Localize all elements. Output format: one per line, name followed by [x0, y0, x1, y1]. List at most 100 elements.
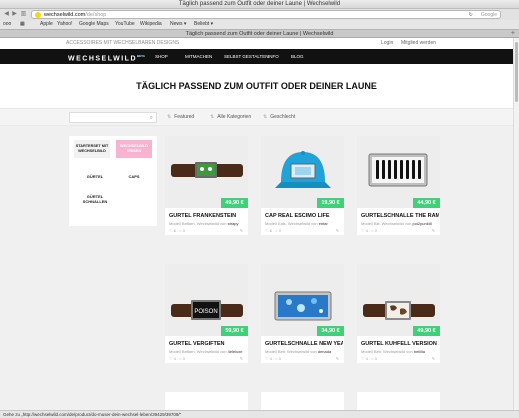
window-title: Täglich passend zum Outfit oder deiner L… — [178, 1, 341, 7]
product-title[interactable]: GÜRTEL FRANKENSTEIN — [169, 213, 247, 220]
bookmarks-bar: ooo ▦ Apple Yahoo! Google Maps YouTube W… — [0, 20, 519, 29]
search-engine-hint: Google — [480, 12, 497, 18]
login-link[interactable]: Login — [381, 38, 393, 49]
forward-icon[interactable]: ▶ — [11, 11, 18, 18]
address-bar-right: ↻ Google — [469, 11, 497, 19]
product-card[interactable]: 49,90 € GÜRTEL FRANKENSTEIN Modell Belta… — [165, 136, 248, 235]
product-author[interactable]: bellilla — [414, 349, 425, 354]
hero-section: TÄGLICH PASSEND ZUM OUTFIT ODER DEINER L… — [0, 64, 513, 108]
top-sites-icon[interactable]: ▦ — [20, 20, 25, 29]
product-price: 59,90 € — [221, 326, 248, 336]
product-author[interactable]: pol2punkt0 — [413, 221, 433, 226]
filter-featured-label: Featured — [174, 114, 195, 120]
search-input[interactable]: ⌕ — [69, 112, 157, 123]
product-price: 49,90 € — [221, 198, 248, 208]
nav-info[interactable]: INFO — [268, 49, 279, 64]
browser-window: Täglich passend zum Outfit oder deiner L… — [0, 0, 519, 418]
back-icon[interactable]: ◀ — [3, 11, 10, 18]
sort-icon: ⇅ — [167, 114, 172, 120]
address-bar[interactable]: wechselwild.com/de/shop ↻ Google — [31, 10, 501, 19]
product-title[interactable]: GÜRTELSCHNALLE NEW YEAR! — [265, 341, 343, 348]
site-logo[interactable]: WECHSELWILDBETA — [68, 52, 145, 63]
bookmark-news[interactable]: News ▾ — [170, 20, 186, 29]
category-caps[interactable]: CAPS — [116, 174, 152, 179]
nav-blog[interactable]: BLOG — [291, 49, 304, 64]
bookmark-yahoo[interactable]: Yahoo! — [57, 20, 72, 29]
nav-selbst-gestalten[interactable]: SELBST GESTALTEN — [224, 49, 269, 64]
reading-list-icon[interactable]: ooo — [3, 20, 11, 29]
bookmark-apple[interactable]: Apple — [40, 20, 53, 29]
signup-link[interactable]: Mitglied werden — [401, 38, 436, 49]
url-host: wechselwild.com — [44, 12, 86, 18]
new-tab-icon[interactable]: + — [511, 30, 515, 37]
product-card[interactable]: POISON 59,90 € GÜRTEL VERGIFTEN Modell B… — [165, 264, 248, 363]
wechselbilder-button[interactable]: WECHSELBILD ER/SEN — [116, 140, 152, 158]
heart-icon: ♡ 4 — [265, 356, 272, 361]
product-model: Modell Beltarn, Wechselwild von — [169, 221, 228, 226]
bookmark-youtube[interactable]: YouTube — [115, 20, 135, 29]
nav-mitmachen[interactable]: MITMACHEN — [185, 49, 212, 64]
product-title[interactable]: GÜRTELSCHNALLE THE RAMBO — [361, 213, 439, 220]
product-card-partial[interactable] — [165, 392, 248, 410]
tab-bar: Täglich passend zum Outfit oder deiner L… — [0, 29, 519, 38]
like-count[interactable]: ♡ 4 ○ 0 — [361, 228, 377, 234]
edit-icon[interactable]: ✎ — [240, 228, 243, 234]
product-card[interactable]: 44,90 € GÜRTELSCHNALLE THE RAMBO Modell … — [357, 136, 440, 235]
filter-categories[interactable]: ⇅ Alle Kategorien — [210, 109, 251, 126]
poison-label: POISON — [194, 309, 217, 315]
edit-icon[interactable]: ✎ — [336, 356, 339, 362]
product-author[interactable]: 4eleluxe — [228, 349, 243, 354]
product-title[interactable]: GÜRTEL VERGIFTEN — [169, 341, 247, 348]
product-price: 49,90 € — [413, 326, 440, 336]
edit-icon[interactable]: ✎ — [240, 356, 243, 362]
scrollbar-thumb[interactable] — [515, 42, 518, 102]
product-price: 44,90 € — [413, 198, 440, 208]
product-card[interactable]: 49,90 € GÜRTEL KUHFELL VERSION 1 Modell … — [357, 264, 440, 363]
nav-shop[interactable]: SHOP — [155, 49, 168, 64]
filter-gender-label: Geschlecht — [270, 114, 296, 120]
product-title[interactable]: GÜRTEL KUHFELL VERSION 1 — [361, 341, 439, 348]
product-card[interactable]: 34,90 € GÜRTELSCHNALLE NEW YEAR! Modell … — [261, 264, 344, 363]
page-title: TÄGLICH PASSEND ZUM OUTFIT ODER DEINER L… — [136, 81, 377, 91]
sidebar-toggle-icon[interactable]: ▥ — [20, 11, 27, 18]
heart-icon: ♡ 4 — [361, 228, 368, 233]
like-count[interactable]: ♡ 4 ○ 0 — [265, 356, 281, 362]
category-guertelschnallen[interactable]: GÜRTEL SCHNALLEN — [77, 194, 113, 204]
sort-icon: ⇅ — [263, 114, 268, 120]
bookmark-google-maps[interactable]: Google Maps — [79, 20, 109, 29]
product-author[interactable]: strapy — [228, 221, 239, 226]
like-count[interactable]: ♡ 6 ○ 0 — [169, 228, 185, 234]
like-count[interactable]: ♡ 6 ○ 0 — [265, 228, 281, 234]
title-bar: Täglich passend zum Outfit oder deiner L… — [0, 0, 519, 15]
active-tab[interactable]: Täglich passend zum Outfit oder deiner L… — [0, 30, 519, 38]
starterset-button[interactable]: STARTERSET MIT WECHSELBILD — [74, 140, 110, 158]
like-count[interactable]: ♡ 4 ○ 0 — [361, 356, 377, 362]
product-meta: Modell Beltarn, Wechselwild von strapy — [169, 221, 247, 226]
edit-icon[interactable]: ✎ — [336, 228, 339, 234]
vertical-scrollbar[interactable] — [513, 38, 519, 410]
product-card[interactable]: 19,90 € CAP REAL ESCIMO LIFE Modell Eals… — [261, 136, 344, 235]
product-title[interactable]: CAP REAL ESCIMO LIFE — [265, 213, 343, 220]
status-bar: Gehe zu „http://wechselwild.com/de/produ… — [0, 410, 519, 418]
logo-badge: BETA — [137, 54, 145, 58]
filter-gender[interactable]: ⇅ Geschlecht — [263, 109, 295, 126]
heart-icon: ♡ 4 — [361, 356, 368, 361]
bookmark-wikipedia[interactable]: Wikipedia — [140, 20, 162, 29]
edit-icon[interactable]: ✎ — [432, 228, 435, 234]
edit-icon[interactable]: ✎ — [432, 356, 435, 362]
product-card-partial[interactable] — [261, 392, 344, 410]
product-model: Modell Blit, Wechselwild von — [361, 221, 413, 226]
like-count[interactable]: ♡ 4 ○ 0 — [169, 356, 185, 362]
filter-featured[interactable]: ⇅ Featured — [167, 109, 194, 126]
product-card-partial[interactable] — [357, 392, 440, 410]
url-path: /de/shop — [85, 12, 107, 18]
product-author[interactable]: entar — [319, 221, 328, 226]
product-author[interactable]: denada — [318, 349, 331, 354]
product-meta: Modell Belt, Wechselwild von denada — [265, 349, 343, 354]
comment-icon: ○ 0 — [371, 228, 378, 233]
heart-icon: ♡ 6 — [265, 228, 272, 233]
comment-icon: ○ 0 — [275, 228, 282, 233]
category-guertel[interactable]: GÜRTEL — [77, 174, 113, 179]
reload-icon[interactable]: ↻ — [469, 12, 473, 18]
bookmark-beliebt[interactable]: Beliebt ▾ — [194, 20, 213, 29]
